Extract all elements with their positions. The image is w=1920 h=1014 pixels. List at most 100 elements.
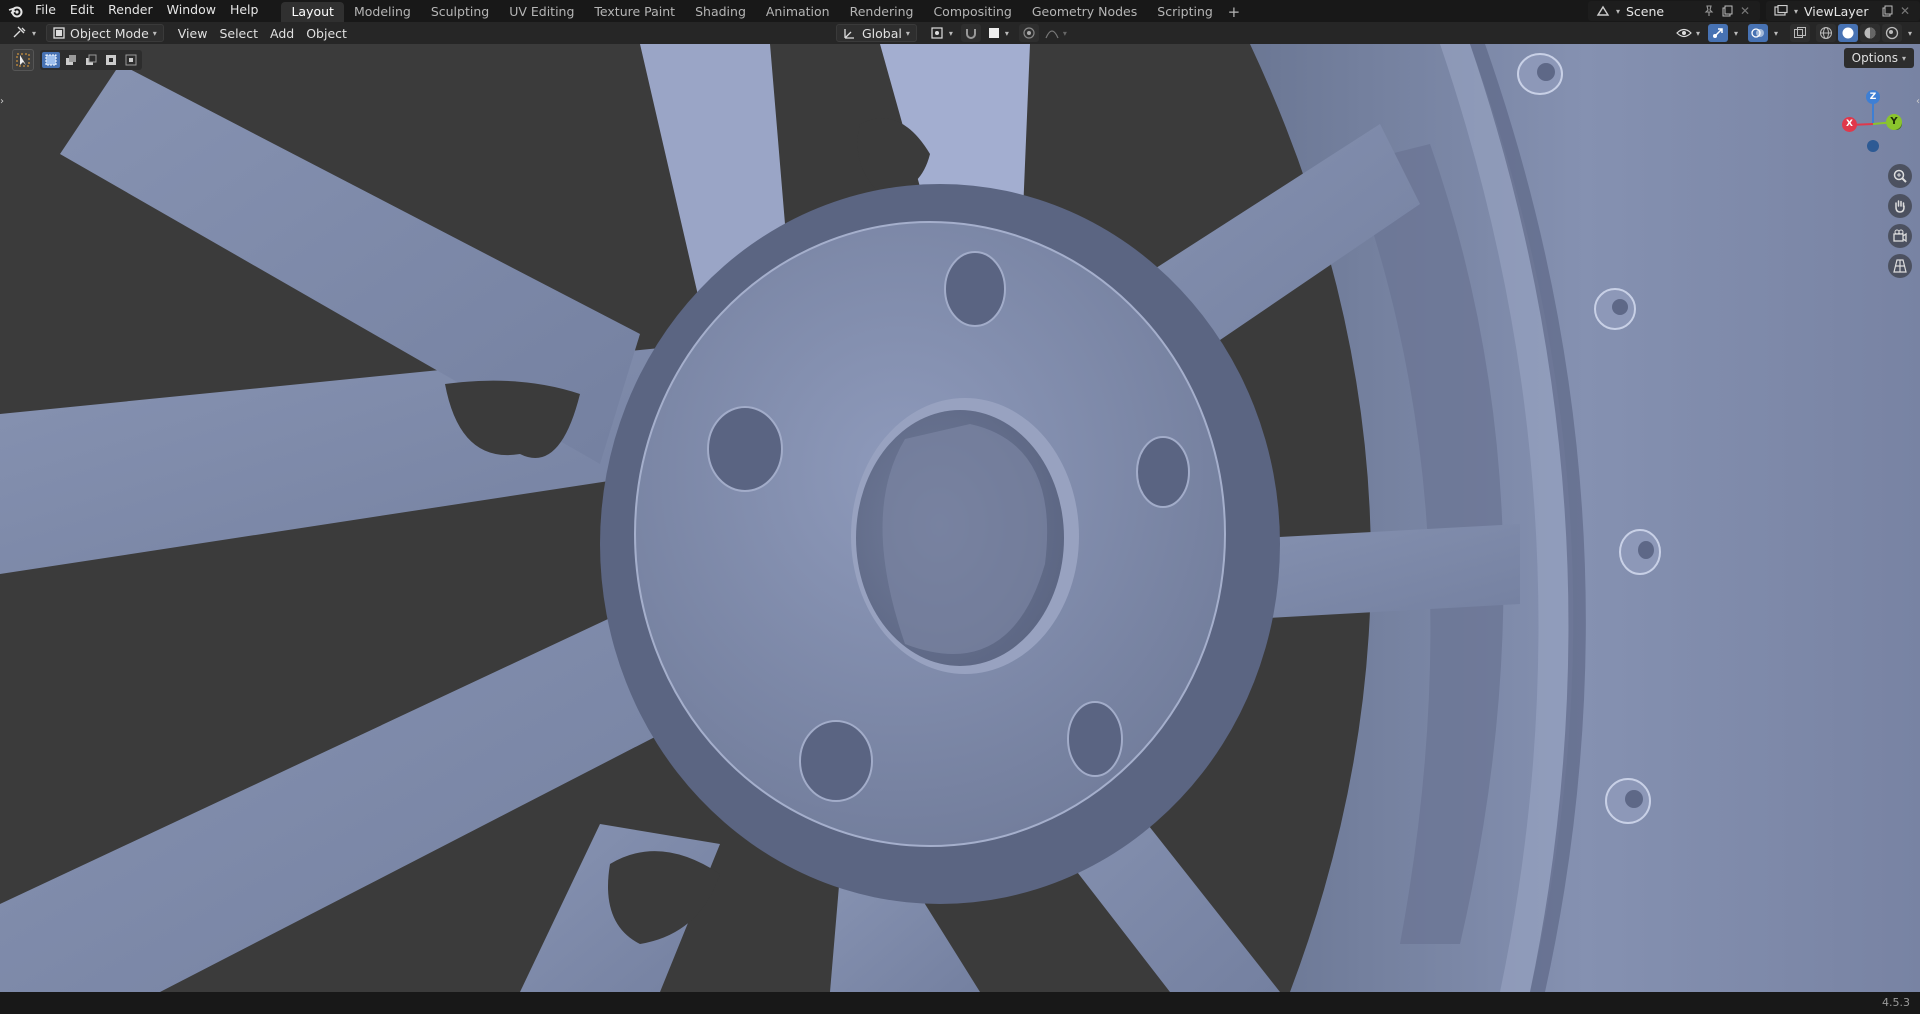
menu-edit[interactable]: Edit xyxy=(63,0,101,22)
overlay-toggle[interactable] xyxy=(1747,24,1768,42)
header-center-controls: Global ▾ ▾ ▾ ▾ xyxy=(836,24,1073,42)
gizmo-toggle[interactable] xyxy=(1707,24,1728,42)
select-extend-button[interactable] xyxy=(62,52,80,68)
proportional-falloff-button[interactable]: ▾ xyxy=(1039,24,1073,42)
overlay-options-chevron[interactable]: ▾ xyxy=(1774,29,1778,38)
tab-scripting[interactable]: Scripting xyxy=(1147,2,1223,22)
gizmo-z-axis[interactable]: Z xyxy=(1866,90,1880,104)
chevron-down-icon: ▾ xyxy=(948,28,953,38)
select-invert-icon xyxy=(105,54,117,66)
gizmo-icon xyxy=(1711,26,1725,40)
editor-type-button[interactable]: ▾ xyxy=(6,24,42,42)
top-bar: File Edit Render Window Help Layout Mode… xyxy=(0,0,1920,22)
new-scene-icon[interactable] xyxy=(1718,2,1736,20)
snap-target-button[interactable]: ▾ xyxy=(981,24,1015,42)
chevron-down-icon: ▾ xyxy=(152,28,157,38)
add-workspace-button[interactable]: + xyxy=(1223,2,1245,22)
select-invert-button[interactable] xyxy=(102,52,120,68)
menu-file[interactable]: File xyxy=(28,0,63,22)
tool-header xyxy=(12,49,142,71)
select-intersect-button[interactable] xyxy=(122,52,140,68)
camera-view-button[interactable] xyxy=(1888,224,1912,248)
toolbar-expand-arrow[interactable]: › xyxy=(0,96,10,112)
wireframe-shading-button[interactable] xyxy=(1815,24,1836,42)
rendered-shading-icon xyxy=(1885,26,1899,40)
xray-icon xyxy=(1793,26,1807,40)
shading-options-chevron[interactable]: ▾ xyxy=(1908,29,1912,38)
snap-toggle[interactable] xyxy=(960,24,981,42)
snap-icon xyxy=(964,26,978,40)
tab-rendering[interactable]: Rendering xyxy=(840,2,924,22)
new-view-layer-icon[interactable] xyxy=(1878,2,1896,20)
scene-selector[interactable]: ▾ Scene ✕ xyxy=(1587,1,1760,21)
menu-window[interactable]: Window xyxy=(160,0,223,22)
select-tool-button[interactable] xyxy=(12,49,34,71)
zoom-button[interactable] xyxy=(1888,164,1912,188)
material-shading-button[interactable] xyxy=(1859,24,1880,42)
select-new-button[interactable] xyxy=(42,52,60,68)
remove-view-layer-icon[interactable]: ✕ xyxy=(1896,2,1914,20)
chevron-down-icon: ▾ xyxy=(1062,28,1067,38)
gizmo-x-axis[interactable]: X xyxy=(1842,117,1857,132)
gizmo-options-chevron[interactable]: ▾ xyxy=(1734,29,1738,38)
remove-scene-icon[interactable]: ✕ xyxy=(1736,2,1754,20)
tab-uv-editing[interactable]: UV Editing xyxy=(499,2,584,22)
visibility-button[interactable]: ▾ xyxy=(1670,24,1706,42)
solid-shading-button[interactable] xyxy=(1837,24,1858,42)
chevron-down-icon: ▾ xyxy=(905,28,910,38)
grid-icon xyxy=(1892,258,1908,274)
menu-select[interactable]: Select xyxy=(213,24,264,42)
pivot-point-button[interactable]: ▾ xyxy=(923,24,959,42)
select-intersect-icon xyxy=(125,54,137,66)
navigation-buttons xyxy=(1888,164,1912,278)
scene-icon xyxy=(1594,2,1612,20)
tab-geometry-nodes[interactable]: Geometry Nodes xyxy=(1022,2,1147,22)
blender-logo-icon[interactable] xyxy=(4,0,28,22)
tab-sculpting[interactable]: Sculpting xyxy=(421,2,499,22)
sidebar-expand-arrow[interactable]: ‹ xyxy=(1910,96,1920,112)
navigation-gizmo[interactable]: Z Y X xyxy=(1828,82,1908,162)
select-subtract-button[interactable] xyxy=(82,52,100,68)
rendered-shading-button[interactable] xyxy=(1881,24,1902,42)
proportional-edit-icon xyxy=(1022,26,1036,40)
menu-object[interactable]: Object xyxy=(300,24,353,42)
tab-compositing[interactable]: Compositing xyxy=(923,2,1021,22)
snap-target-icon xyxy=(987,26,1001,40)
visibility-icon xyxy=(1676,26,1692,40)
mode-selector[interactable]: Object Mode ▾ xyxy=(46,24,164,42)
version-label: 4.5.3 xyxy=(1882,996,1910,1009)
pin-icon[interactable] xyxy=(1700,2,1718,20)
tab-animation[interactable]: Animation xyxy=(756,2,840,22)
solid-shading-icon xyxy=(1841,26,1855,40)
menu-help[interactable]: Help xyxy=(223,0,266,22)
viewport-header: ▾ Object Mode ▾ View Select Add Object G… xyxy=(0,22,1920,44)
proportional-edit-toggle[interactable] xyxy=(1018,24,1039,42)
gizmo-z-label: Z xyxy=(1869,92,1877,102)
menu-add[interactable]: Add xyxy=(264,24,300,42)
main-menu: File Edit Render Window Help xyxy=(28,0,265,22)
menu-render[interactable]: Render xyxy=(101,0,160,22)
gizmo-y-axis[interactable]: Y xyxy=(1886,114,1902,130)
view-layer-icon xyxy=(1772,2,1790,20)
3d-viewport[interactable]: › ‹ Options ▾ Z Y X xyxy=(0,44,1920,992)
mode-label: Object Mode xyxy=(70,25,149,41)
view-layer-selector[interactable]: ▾ ViewLayer ✕ xyxy=(1765,1,1920,21)
transform-orientation-selector[interactable]: Global ▾ xyxy=(836,24,917,42)
top-right-controls: ▾ Scene ✕ ▾ ViewLayer ✕ xyxy=(1587,0,1920,22)
scene-name: Scene xyxy=(1625,3,1665,19)
select-subtract-icon xyxy=(85,54,97,66)
tab-layout[interactable]: Layout xyxy=(281,2,344,22)
status-bar: 4.5.3 xyxy=(0,992,1920,1014)
projection-toggle-button[interactable] xyxy=(1888,254,1912,278)
tab-modeling[interactable]: Modeling xyxy=(344,2,421,22)
menu-view[interactable]: View xyxy=(172,24,214,42)
pan-button[interactable] xyxy=(1888,194,1912,218)
xray-toggle[interactable] xyxy=(1789,24,1810,42)
header-right-controls: ▾ ▾ ▾ ▾ xyxy=(1670,24,1914,42)
options-dropdown[interactable]: Options ▾ xyxy=(1843,48,1914,68)
tab-shading[interactable]: Shading xyxy=(685,2,756,22)
gizmo-y-label: Y xyxy=(1890,116,1898,127)
select-box-tool-icon xyxy=(16,53,30,67)
view-layer-name: ViewLayer xyxy=(1804,3,1869,19)
tab-texture-paint[interactable]: Texture Paint xyxy=(584,2,685,22)
